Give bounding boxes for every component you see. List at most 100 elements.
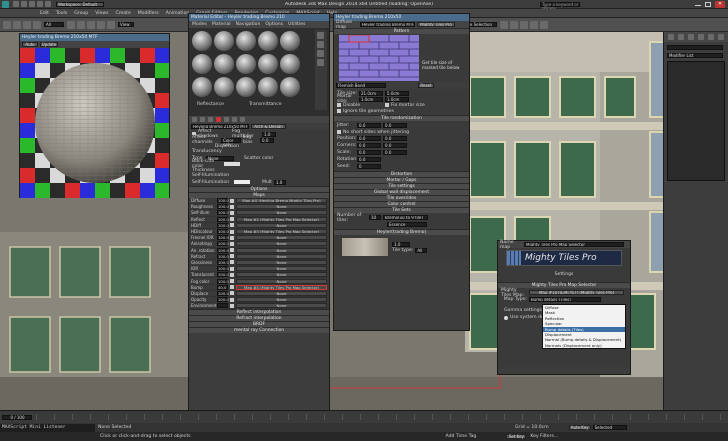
map-enable-checkbox[interactable] <box>230 204 234 209</box>
selection-filter-dropdown[interactable]: All <box>44 22 64 27</box>
set-key-button[interactable]: Set Key <box>506 434 527 439</box>
map-slot-button[interactable]: None <box>236 235 327 241</box>
map-type-button[interactable]: Mighty Tiles Pro <box>417 22 455 27</box>
self-illumination-swatch[interactable] <box>234 180 250 184</box>
show-map-icon[interactable] <box>232 117 237 122</box>
material-editor-window[interactable]: Material Editor - Heyler trading Bremo 2… <box>188 13 330 423</box>
map-selector-panel[interactable]: Name map Mighty Tiles Pro Map Selector M… <box>497 240 631 375</box>
hierarchy-tab-icon[interactable] <box>688 34 694 40</box>
map-enable-checkbox[interactable] <box>230 279 234 284</box>
map-enable-checkbox[interactable] <box>230 272 234 277</box>
mental-ray-connection-rollout[interactable]: mental ray Connection <box>189 327 329 334</box>
menu-animation[interactable]: Animation <box>166 11 189 16</box>
tile-size-x-field[interactable]: 21.0cm <box>359 90 383 96</box>
fog-multiplier-field[interactable]: 1.0 <box>262 131 276 137</box>
tile-size-y-field[interactable]: 5.0cm <box>385 90 409 96</box>
menu-views[interactable]: Views <box>95 11 108 16</box>
map-slot-button[interactable]: None <box>236 278 327 284</box>
backlight-icon[interactable] <box>317 41 324 48</box>
reset-button[interactable]: Reset <box>418 83 434 88</box>
close-icon[interactable]: ✕ <box>715 1 725 8</box>
num-tiles-field[interactable]: 10 <box>369 215 381 220</box>
map-slot-button[interactable]: None <box>236 210 327 216</box>
map-slot-button[interactable]: None <box>236 253 327 259</box>
app-logo-icon[interactable] <box>2 0 9 8</box>
material-editor-icon[interactable] <box>520 20 528 29</box>
options-icon[interactable] <box>317 59 324 66</box>
fog-bias-field[interactable]: 0.0 <box>260 137 274 143</box>
undo-icon[interactable] <box>37 1 43 7</box>
map-enable-checkbox[interactable] <box>230 260 234 265</box>
map-enable-checkbox[interactable] <box>230 297 234 302</box>
tile-thumbnail[interactable] <box>342 238 388 256</box>
map-amount-field[interactable]: 100.0 <box>217 266 229 272</box>
save-file-icon[interactable] <box>29 1 35 7</box>
map-enable-checkbox[interactable] <box>230 210 234 215</box>
get-material-icon[interactable] <box>192 117 197 122</box>
map-enable-checkbox[interactable] <box>230 291 234 296</box>
map-type-dropdown[interactable]: Bump details (Tiles) <box>529 297 601 302</box>
map-slot-button[interactable]: Map #2 (Mighty Tiles Pro Map Selector) <box>236 216 327 222</box>
select-object-icon[interactable] <box>67 20 75 29</box>
redo-icon[interactable] <box>13 20 21 29</box>
map-type-option[interactable]: Normal (Bump details & Displacement) <box>543 337 625 342</box>
map-enable-checkbox[interactable] <box>230 254 234 259</box>
add-time-tag[interactable]: Add Time Tag <box>446 434 477 439</box>
sample-type-icon[interactable] <box>317 32 324 39</box>
map-enable-checkbox[interactable] <box>230 303 234 308</box>
create-tab-icon[interactable] <box>668 34 674 40</box>
new-file-icon[interactable] <box>13 1 19 7</box>
menu-group[interactable]: Group <box>74 11 88 16</box>
position-field-2[interactable]: 0.0 <box>383 136 407 141</box>
corners-field-2[interactable]: 0.0 <box>383 143 407 148</box>
tileset-type-dropdown[interactable]: Essence <box>387 222 427 227</box>
minimize-icon[interactable] <box>695 2 701 6</box>
utilities-tab-icon[interactable] <box>718 34 724 40</box>
back-side-color-swatch[interactable] <box>224 162 240 166</box>
tileset-name-field[interactable]: Bremo(up to 9 tile) <box>383 215 428 220</box>
map-slot-button[interactable]: None <box>236 204 327 210</box>
disable-checkbox[interactable] <box>337 103 341 107</box>
map-amount-field[interactable]: 100.0 <box>217 297 229 303</box>
rotate-icon[interactable] <box>97 20 105 29</box>
map-amount-field[interactable]: 100.0 <box>217 204 229 210</box>
key-filters[interactable]: Key Filters... <box>530 434 558 439</box>
redo-icon[interactable] <box>45 1 51 7</box>
no-short-checkbox[interactable] <box>337 130 341 134</box>
maxscript-listener[interactable]: MAXScript Mini Listener <box>0 423 95 432</box>
menu-utilities[interactable]: Utilities <box>288 22 305 27</box>
menu-modes[interactable]: Modes <box>192 22 207 27</box>
rotation-field[interactable]: 0.0 <box>357 157 381 162</box>
pattern-preview[interactable] <box>339 35 419 81</box>
scale-field-2[interactable]: 0.0 <box>383 150 407 155</box>
unlink-icon[interactable] <box>33 20 41 29</box>
modify-tab-icon[interactable] <box>678 34 684 40</box>
update-button[interactable]: Update <box>40 42 58 47</box>
put-to-scene-icon[interactable] <box>200 117 205 122</box>
assign-material-icon[interactable] <box>208 117 213 122</box>
map-amount-field[interactable] <box>217 303 228 309</box>
move-icon[interactable] <box>87 20 95 29</box>
time-slider[interactable]: 0 / 100 <box>2 414 32 420</box>
menu-modifiers[interactable]: Modifiers <box>138 11 159 16</box>
map-slot-button[interactable]: None <box>236 247 327 253</box>
corners-field[interactable]: 0.0 <box>357 143 381 148</box>
modifier-stack[interactable] <box>667 61 725 181</box>
position-field[interactable]: 0.0 <box>357 136 381 141</box>
map-enable-checkbox[interactable] <box>230 198 234 203</box>
reference-coord-dropdown[interactable]: View <box>118 22 134 27</box>
map-slot-button[interactable]: None <box>236 266 327 272</box>
map-amount-field[interactable]: 100.0 <box>217 278 229 284</box>
auto-key-button[interactable]: Auto Key <box>568 425 591 430</box>
map-amount-field[interactable]: 100.0 <box>217 210 229 216</box>
affect-channels-dropdown[interactable]: Color only <box>221 137 241 146</box>
menu-create[interactable]: Create <box>116 11 131 16</box>
fix-mortar-checkbox[interactable] <box>385 103 389 107</box>
auto-button[interactable]: Auto <box>22 42 38 47</box>
scale-field[interactable]: 0.0 <box>357 150 381 155</box>
render-setup-icon[interactable] <box>530 20 538 29</box>
command-panel[interactable]: Modifier List <box>663 32 728 410</box>
mortar-x-field[interactable]: 1.0cm <box>359 96 383 102</box>
map-enable-checkbox[interactable] <box>230 241 234 246</box>
map-slot-button[interactable]: Map #0 (Heyling Bremo Mighty Tiles Pro) <box>236 198 327 204</box>
